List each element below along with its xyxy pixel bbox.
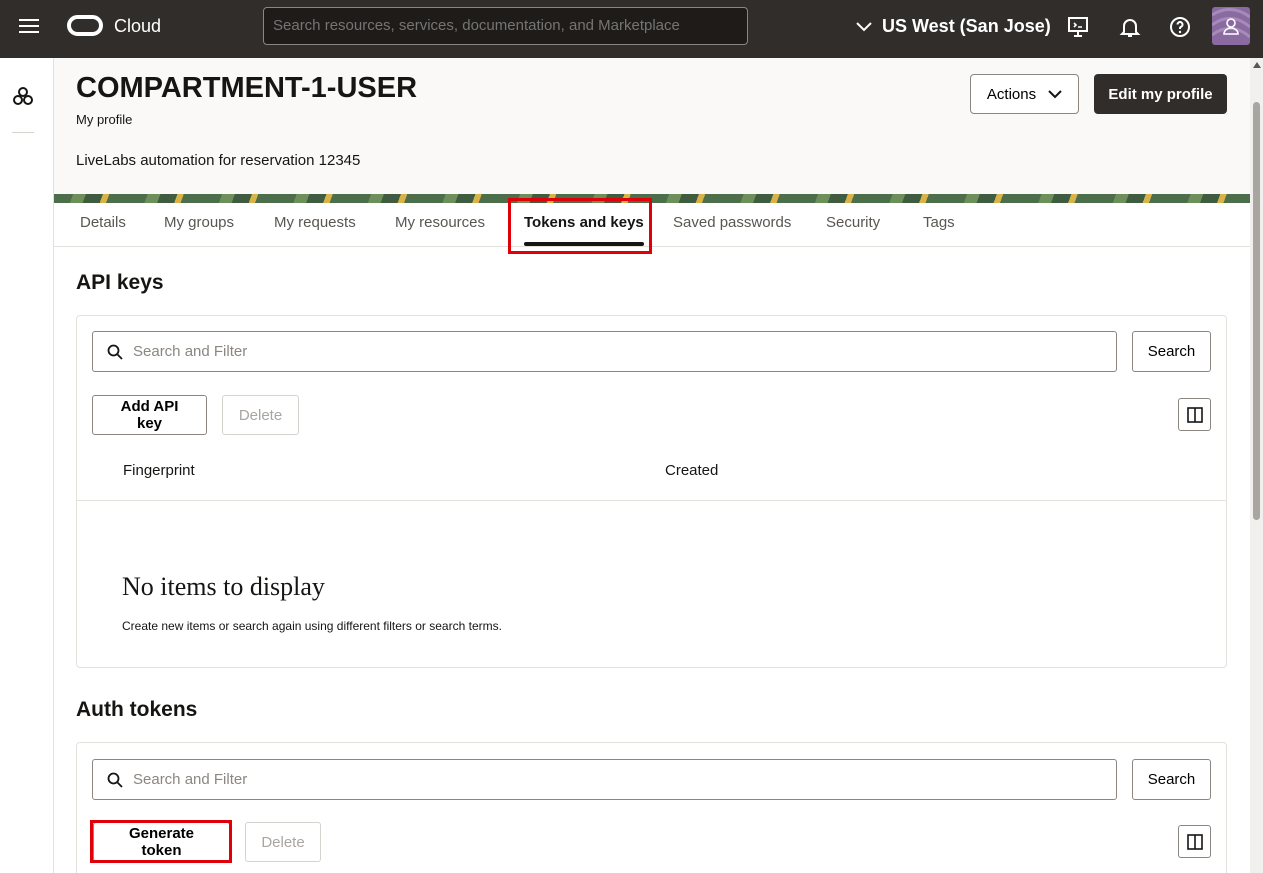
generate-token-button[interactable]: Generate token (93, 822, 230, 862)
auth-tokens-panel: Search Generate token Delete (76, 742, 1227, 873)
page-header: COMPARTMENT-1-USER My profile LiveLabs a… (54, 58, 1250, 203)
empty-state-title: No items to display (122, 572, 325, 601)
actions-label: Actions (986, 85, 1037, 103)
auth-tokens-title: Auth tokens (76, 698, 198, 721)
auth-tokens-columns-button[interactable] (1178, 825, 1211, 858)
scroll-up-arrow-icon[interactable] (1253, 62, 1261, 68)
tab-my-requests[interactable]: My requests (274, 203, 356, 247)
chevron-down-icon (856, 21, 872, 31)
tab-saved-passwords[interactable]: Saved passwords (673, 203, 791, 247)
api-keys-search-input[interactable] (133, 332, 1093, 371)
vertical-scrollbar[interactable] (1250, 58, 1263, 873)
empty-state-subtitle: Create new items or search again using d… (122, 619, 502, 633)
columns-icon (1186, 406, 1203, 423)
decorative-banner (54, 194, 1250, 203)
api-keys-filter (92, 331, 1117, 372)
cloud-shell-icon[interactable] (1066, 15, 1090, 39)
api-keys-panel: Search Add API key Delete Fingerprint Cr… (76, 315, 1227, 668)
tab-bar: Details My groups My requests My resourc… (54, 203, 1250, 247)
oracle-logo-icon[interactable] (67, 15, 103, 36)
api-keys-delete-button: Delete (222, 395, 299, 435)
auth-tokens-search-input[interactable] (133, 760, 1093, 799)
chevron-down-icon (1048, 89, 1062, 98)
auth-tokens-filter (92, 759, 1117, 800)
rail-divider (12, 132, 34, 133)
help-icon[interactable] (1168, 15, 1192, 39)
top-navigation-bar: Cloud US West (San Jose) (0, 0, 1263, 58)
resource-tree-icon[interactable] (12, 86, 34, 108)
bell-icon[interactable] (1118, 15, 1142, 39)
tab-details[interactable]: Details (80, 203, 126, 247)
left-rail (0, 58, 54, 873)
scrollbar-thumb[interactable] (1253, 102, 1260, 520)
hamburger-menu-icon[interactable] (19, 18, 39, 34)
search-icon (107, 344, 123, 360)
region-label: US West (San Jose) (882, 16, 1051, 36)
tab-security[interactable]: Security (826, 203, 880, 247)
tab-my-groups[interactable]: My groups (164, 203, 234, 247)
brand-name[interactable]: Cloud (114, 16, 161, 37)
edit-profile-button[interactable]: Edit my profile (1094, 74, 1227, 114)
tab-my-resources[interactable]: My resources (395, 203, 485, 247)
column-header-created[interactable]: Created (665, 462, 718, 479)
actions-button[interactable]: Actions (970, 74, 1079, 114)
auth-tokens-search-button[interactable]: Search (1132, 759, 1211, 800)
tab-tags[interactable]: Tags (923, 203, 955, 247)
page-description: LiveLabs automation for reservation 1234… (76, 152, 361, 169)
search-icon (107, 772, 123, 788)
api-keys-columns-button[interactable] (1178, 398, 1211, 431)
tab-tokens-and-keys[interactable]: Tokens and keys (524, 203, 644, 247)
column-header-fingerprint[interactable]: Fingerprint (123, 462, 195, 479)
global-search-input[interactable] (263, 7, 748, 45)
table-header-divider (77, 500, 1226, 501)
user-icon (1212, 8, 1250, 39)
region-selector[interactable]: US West (San Jose) (856, 16, 1051, 37)
page-title: COMPARTMENT-1-USER (76, 72, 418, 104)
user-avatar[interactable] (1212, 7, 1250, 45)
add-api-key-button[interactable]: Add API key (92, 395, 207, 435)
api-keys-search-button[interactable]: Search (1132, 331, 1211, 372)
page-subtitle: My profile (76, 112, 133, 127)
api-keys-title: API keys (76, 271, 164, 294)
auth-tokens-delete-button: Delete (245, 822, 321, 862)
columns-icon (1186, 833, 1203, 850)
